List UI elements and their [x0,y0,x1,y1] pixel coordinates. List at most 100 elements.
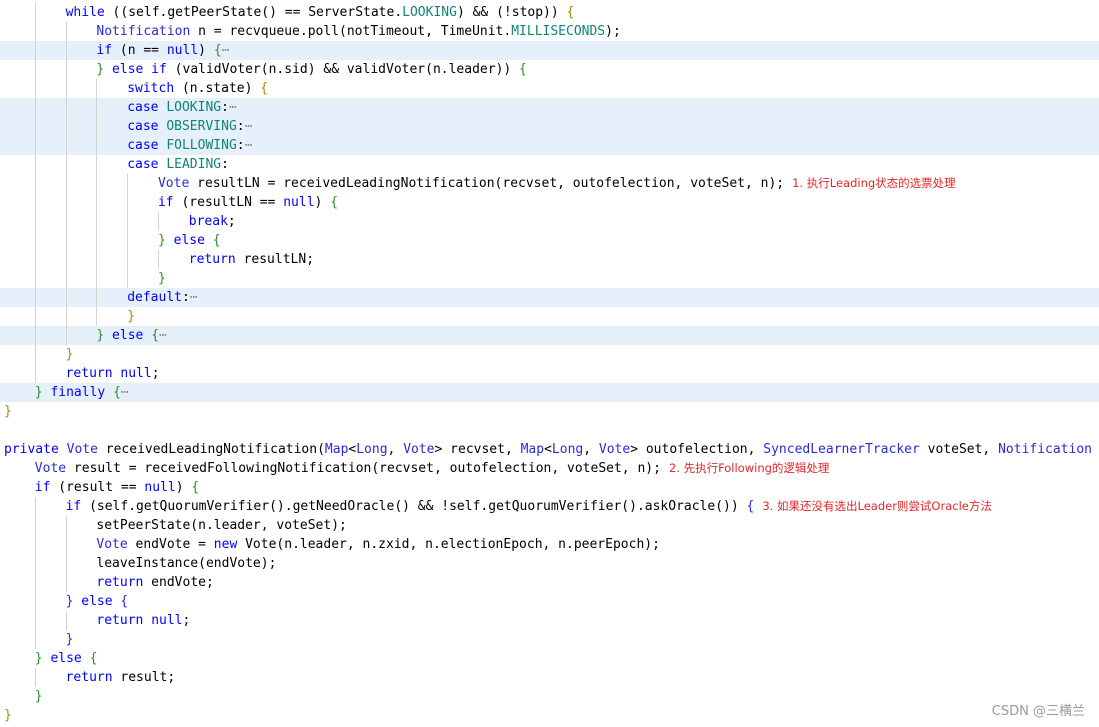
fold-ellipsis[interactable]: ⋯ [121,385,129,400]
code-line[interactable]: } else if (validVoter(n.sid) && validVot… [0,60,1099,79]
indent-guide [4,41,35,60]
fold-ellipsis[interactable]: ⋯ [245,138,253,153]
indent-guide [4,250,35,269]
code-line[interactable]: return null; [0,611,1099,630]
code-token: n) [1092,442,1099,457]
indent-guide [127,250,158,269]
code-line[interactable]: } [0,630,1099,649]
fold-ellipsis[interactable]: ⋯ [159,328,167,343]
code-token: ) [175,480,192,495]
code-token: finally [50,385,106,400]
code-token: Vote [34,461,67,476]
folded-code-line[interactable]: } else {⋯ [0,326,1099,345]
indent-guide [66,535,97,554]
indent-guide [66,60,97,79]
indent-guide [35,668,66,687]
folded-code-line[interactable]: if (n == null) {⋯ [0,41,1099,60]
code-token: } [65,347,74,362]
indent-guide [96,250,127,269]
indent-guide [4,459,35,478]
code-token: case [127,100,159,115]
code-token: { [191,480,200,495]
code-token: ; [182,613,191,628]
code-line[interactable]: } [0,307,1099,326]
code-line[interactable]: Vote result = receivedFollowingNotificat… [0,459,1099,478]
folded-code-line[interactable]: case OBSERVING:⋯ [0,117,1099,136]
fold-ellipsis[interactable]: ⋯ [229,100,237,115]
code-token: { [330,195,339,210]
folded-code-line[interactable]: default:⋯ [0,288,1099,307]
code-token: else if [112,62,167,77]
code-token: (self.getQuorumVerifier().getNeedOracle(… [81,499,747,514]
indent-guide [66,269,97,288]
fold-ellipsis[interactable]: ⋯ [245,119,253,134]
indent-guide [127,231,158,250]
indent-guide [127,212,158,231]
code-line[interactable]: } else { [0,592,1099,611]
code-line[interactable] [0,421,1099,440]
code-line[interactable]: } [0,345,1099,364]
code-token: Vote [598,442,631,457]
code-line[interactable]: return resultLN; [0,250,1099,269]
folded-code-line[interactable]: case LOOKING:⋯ [0,98,1099,117]
fold-ellipsis[interactable]: ⋯ [222,43,230,58]
code-line[interactable]: Vote endVote = new Vote(n.leader, n.zxid… [0,535,1099,554]
code-token: resultLN; [235,252,315,267]
code-token: (n == [112,43,167,58]
code-line[interactable]: } [0,706,1099,725]
indent-guide [35,592,66,611]
code-line[interactable]: Vote resultLN = receivedLeadingNotificat… [0,174,1099,193]
folded-code-line[interactable]: } finally {⋯ [0,383,1099,402]
code-line[interactable]: } [0,402,1099,421]
indent-guide [4,573,35,592]
code-token: case [127,138,159,153]
code-token: new [213,537,238,552]
indent-guide [4,345,35,364]
code-token: receivedLeadingNotification( [97,442,325,457]
code-line[interactable]: if (resultLN == null) { [0,193,1099,212]
code-line[interactable]: setPeerState(n.leader, voteSet); [0,516,1099,535]
indent-guide [66,155,97,174]
code-line[interactable]: private Vote receivedLeadingNotification… [0,440,1099,459]
code-line[interactable]: } [0,269,1099,288]
code-line[interactable]: return endVote; [0,573,1099,592]
fold-ellipsis[interactable]: ⋯ [190,290,198,305]
code-line[interactable]: break; [0,212,1099,231]
code-line[interactable]: return null; [0,364,1099,383]
indent-guide [35,22,66,41]
code-line[interactable]: Notification n = recvqueue.poll(notTimeo… [0,22,1099,41]
indent-guide [35,326,66,345]
code-line[interactable]: return result; [0,668,1099,687]
code-editor[interactable]: while ((self.getPeerState() == ServerSta… [0,3,1099,725]
indent-guide [4,611,35,630]
annotation-note: 3. 如果还没有选出Leader则尝试Oracle方法 [762,499,992,513]
indent-guide [35,231,66,250]
code-token: (n.state) [174,81,261,96]
code-line[interactable]: leaveInstance(endVote); [0,554,1099,573]
code-token: (validVoter(n.sid) && validVoter(n.leade… [166,62,520,77]
code-line[interactable]: if (result == null) { [0,478,1099,497]
indent-guide [4,174,35,193]
indent-guide [4,79,35,98]
code-token: Notification [998,442,1093,457]
code-line[interactable]: switch (n.state) { [0,79,1099,98]
code-line[interactable]: } else { [0,649,1099,668]
code-token: leaveInstance(endVote); [96,556,277,571]
folded-code-line[interactable]: case FOLLOWING:⋯ [0,136,1099,155]
code-token: ); [605,24,621,39]
code-line[interactable]: if (self.getQuorumVerifier().getNeedOrac… [0,497,1099,516]
code-token: else [173,233,205,248]
indent-guide [4,193,35,212]
code-line[interactable]: } [0,687,1099,706]
code-line[interactable]: } else { [0,231,1099,250]
code-token: Long [551,442,584,457]
indent-guide [4,307,35,326]
code-token: Map [520,442,545,457]
code-token: { [260,81,269,96]
indent-guide [4,364,35,383]
code-line[interactable]: while ((self.getPeerState() == ServerSta… [0,3,1099,22]
indent-guide [66,98,97,117]
code-line[interactable]: case LEADING: [0,155,1099,174]
